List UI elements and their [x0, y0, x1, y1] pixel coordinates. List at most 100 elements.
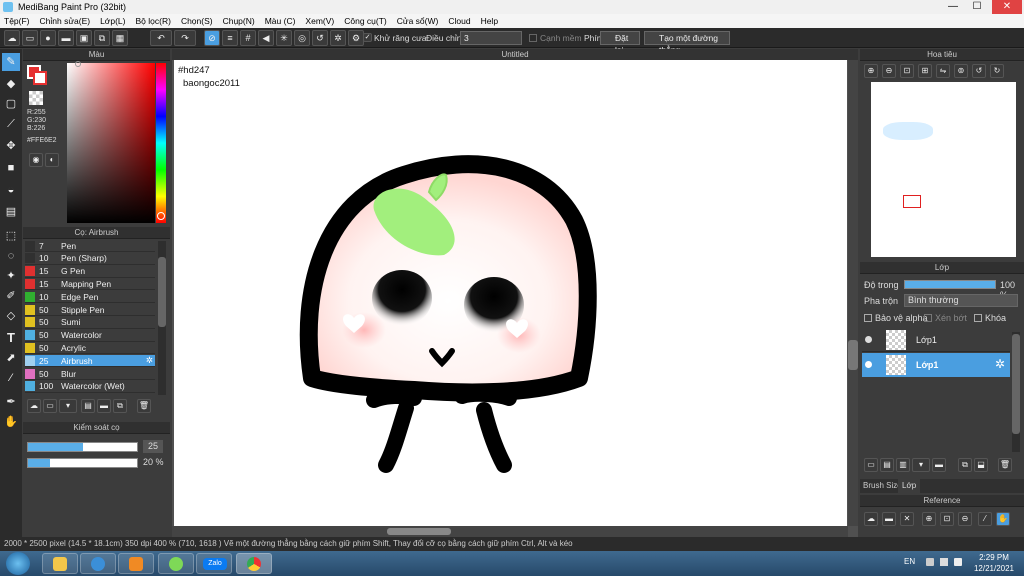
brush-size-slider[interactable] — [27, 442, 138, 452]
settings-snap-icon[interactable]: ✲ — [330, 30, 346, 46]
menu-help[interactable]: Help — [481, 16, 498, 26]
delete-layer-icon[interactable]: 🗑 — [998, 458, 1012, 472]
canvas-hscroll[interactable] — [172, 526, 848, 537]
start-button[interactable] — [6, 552, 30, 575]
brush-tool-icon[interactable]: ✎ — [2, 53, 20, 71]
ref-open-icon[interactable]: ▬ — [882, 512, 896, 526]
reset-button[interactable]: Đặt lại — [600, 31, 640, 55]
trash-icon[interactable]: 🗑 — [137, 399, 151, 413]
select-rect-icon[interactable]: ▢ — [2, 95, 20, 113]
brush-item[interactable]: 50 Watercolor — [25, 330, 155, 342]
brush-item[interactable]: 10 Edge Pen — [25, 291, 155, 304]
rotate-left-icon[interactable]: ↺ — [972, 64, 986, 78]
menu-file[interactable]: Tệp(F) — [4, 16, 30, 26]
text-tool-icon[interactable]: T — [2, 329, 20, 347]
navigator-preview[interactable] — [871, 82, 1016, 257]
magic-wand-icon[interactable]: ✦ — [2, 267, 20, 285]
menu-snap[interactable]: Chụp(N) — [223, 16, 255, 26]
select-eraser-icon[interactable]: ◇ — [2, 307, 20, 325]
eyedropper-icon[interactable]: ⁄ — [2, 369, 20, 387]
secondary-color-swatch[interactable] — [33, 71, 47, 85]
menu-cloud[interactable]: Cloud — [448, 16, 470, 26]
new-halftone-layer-icon[interactable]: ▤ — [880, 458, 894, 472]
folder-icon[interactable]: ▬ — [97, 399, 111, 413]
no-snap-icon[interactable]: ⊘ — [204, 30, 220, 46]
layer-scrollbar[interactable] — [1012, 332, 1020, 452]
eye-icon[interactable] — [865, 361, 872, 368]
flip-icon[interactable]: ⇋ — [936, 64, 950, 78]
clock[interactable]: 2:29 PM 12/21/2021 — [970, 552, 1018, 574]
brush-opacity-slider[interactable] — [27, 458, 138, 468]
add-layer-menu-icon[interactable]: ▾ — [912, 458, 930, 472]
zoom-in-icon[interactable]: ⊕ — [864, 64, 878, 78]
new-file-icon[interactable]: ▭ — [22, 30, 38, 46]
gradient-tool-icon[interactable]: ▤ — [2, 203, 20, 221]
radial-snap-icon[interactable]: ◀ — [258, 30, 274, 46]
document-tab[interactable]: Untitled — [172, 49, 858, 60]
taskbar-chrome[interactable] — [236, 553, 272, 574]
taskbar-explorer[interactable] — [42, 553, 78, 574]
close-button[interactable]: ✕ — [992, 0, 1022, 14]
ref-cloud-icon[interactable]: ☁ — [864, 512, 878, 526]
eye-icon[interactable] — [865, 336, 872, 343]
taskbar-app[interactable] — [158, 553, 194, 574]
parallel-snap-icon[interactable]: ≡ — [222, 30, 238, 46]
actual-size-icon[interactable]: ⊞ — [918, 64, 932, 78]
ref-zoom-in-icon[interactable]: ⊕ — [922, 512, 936, 526]
menu-select[interactable]: Chọn(S) — [181, 16, 213, 26]
menu-edit[interactable]: Chỉnh sửa(E) — [40, 16, 91, 26]
pen-tool-icon[interactable]: ✒ — [2, 393, 20, 411]
zoom-out-icon[interactable]: ⊖ — [882, 64, 896, 78]
taskbar-zalo[interactable]: Zalo — [196, 553, 232, 574]
tab-layer[interactable]: Lớp — [898, 479, 921, 493]
brush-item[interactable]: 7 Pen — [25, 240, 155, 252]
brush-item[interactable]: 15 Mapping Pen — [25, 278, 155, 291]
menu-view[interactable]: Xem(V) — [305, 16, 334, 26]
tray-icon[interactable] — [926, 558, 934, 566]
layer-folder-icon[interactable]: ▬ — [932, 458, 946, 472]
shape-tool-icon[interactable]: ■ — [2, 159, 20, 177]
adjust-select[interactable]: 3 — [460, 31, 522, 45]
eraser-tool-icon[interactable]: ◆ — [2, 75, 20, 93]
hand-tool-icon[interactable]: ✋ — [2, 413, 20, 431]
rotate-reset-icon[interactable]: ⊚ — [954, 64, 968, 78]
palette-icon[interactable]: ◉ — [29, 153, 43, 167]
dot-tool-icon[interactable]: ⟋ — [2, 115, 20, 133]
canvas-vscroll[interactable] — [848, 60, 858, 526]
comment-icon[interactable]: ● — [40, 30, 56, 46]
brush-item-selected[interactable]: 25 Airbrush ✲ — [25, 355, 155, 368]
taskbar-media[interactable] — [118, 553, 154, 574]
color-settings-icon[interactable]: ◐ — [45, 153, 59, 167]
curve-icon[interactable]: ↺ — [312, 30, 328, 46]
menu-color[interactable]: Màu (C) — [265, 16, 296, 26]
merge-layer-icon[interactable]: ⬓ — [974, 458, 988, 472]
menu-window[interactable]: Cửa sổ(W) — [397, 16, 439, 26]
antialias-checkbox[interactable]: ✓ — [363, 33, 372, 42]
duplicate-icon[interactable]: ⧉ — [113, 399, 127, 413]
brush-item[interactable]: 50 Stipple Pen — [25, 304, 155, 316]
ref-eyedropper-icon[interactable]: ⁄ — [978, 512, 992, 526]
ref-fit-icon[interactable]: ⊡ — [940, 512, 954, 526]
chat-icon[interactable]: ▬ — [58, 30, 74, 46]
menu-tools[interactable]: Công cụ(T) — [344, 16, 387, 26]
brush-doc-icon[interactable]: ▤ — [81, 399, 95, 413]
transparent-color-swatch[interactable] — [29, 91, 43, 105]
new-brush-icon[interactable]: ▭ — [43, 399, 57, 413]
menu-layer[interactable]: Lớp(L) — [100, 16, 125, 26]
grid-snap-icon[interactable]: # — [240, 30, 256, 46]
new-layer-icon[interactable]: ▭ — [864, 458, 878, 472]
select-tool-icon[interactable]: ⬚ — [2, 227, 20, 245]
brush-item[interactable]: 50 Acrylic — [25, 342, 155, 355]
radial-line-icon[interactable]: ✳ — [276, 30, 292, 46]
redo-icon[interactable]: ↷ — [174, 30, 196, 46]
layer-settings-gear-icon[interactable]: ✲ — [995, 357, 1005, 371]
network-icon[interactable] — [940, 558, 948, 566]
add-brush-icon[interactable]: ▾ — [59, 399, 77, 413]
copy-icon[interactable]: ⧉ — [94, 30, 110, 46]
lock-checkbox[interactable] — [974, 314, 982, 322]
tab-brush-size[interactable]: Brush Size — [863, 481, 902, 490]
volume-icon[interactable] — [954, 558, 962, 566]
brush-item[interactable]: 50 Blur — [25, 368, 155, 380]
duplicate-layer-icon[interactable]: ⧉ — [958, 458, 972, 472]
straight-line-button[interactable]: Tạo một đường thẳng — [644, 31, 730, 55]
